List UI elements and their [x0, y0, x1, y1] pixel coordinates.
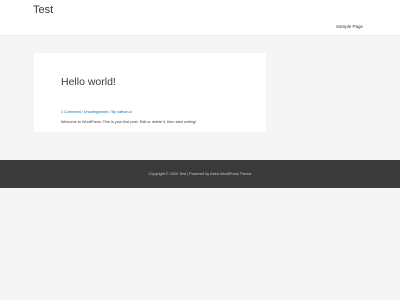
category-link[interactable]: Uncategorized	[84, 110, 108, 114]
site-footer: Copyright © 2020 Test | Powered by Astra…	[0, 160, 400, 188]
post-card: Hello world! 1 Comment / Uncategorized /…	[34, 53, 266, 132]
site-header: Test Sample Page	[0, 0, 400, 36]
post-title-link[interactable]: Hello world!	[61, 76, 116, 88]
comments-link[interactable]: 1 Comment	[61, 110, 81, 114]
footer-copyright: Copyright © 2020 Test | Powered by Astra…	[148, 172, 252, 176]
nav-item-sample-page[interactable]: Sample Page	[336, 24, 363, 29]
page-background	[0, 188, 400, 300]
post-excerpt: Welcome to WordPress. This is your first…	[61, 120, 197, 124]
main-content: Hello world! 1 Comment / Uncategorized /…	[0, 36, 400, 160]
site-title-link[interactable]: Test	[33, 4, 53, 16]
author-link[interactable]: nathan.d	[117, 110, 132, 114]
post-meta: 1 Comment / Uncategorized / By nathan.d	[61, 110, 132, 114]
